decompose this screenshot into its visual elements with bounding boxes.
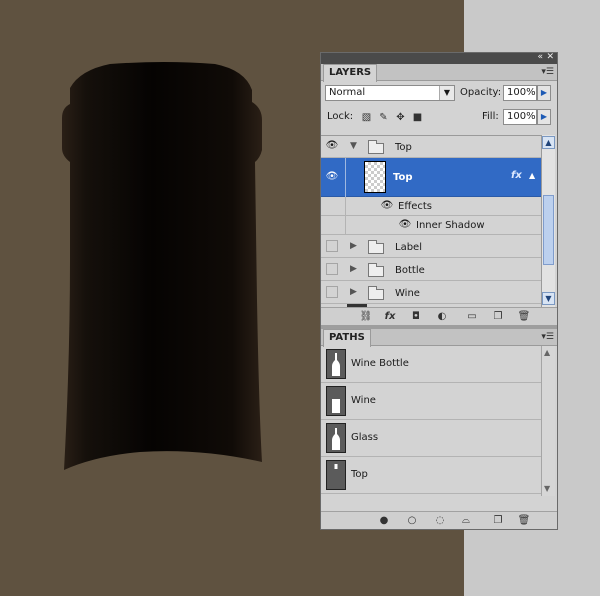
triangle-right-icon[interactable]: ▶ bbox=[350, 241, 357, 251]
scroll-up-icon[interactable]: ▲ bbox=[542, 136, 555, 149]
collapse-effects-icon[interactable]: ▲ bbox=[529, 171, 535, 180]
paths-footer: ● ○ ◌ ⌓ ❐ 🗑 bbox=[321, 511, 557, 529]
blend-mode-select[interactable]: Normal ▼ bbox=[325, 85, 455, 101]
eye-icon[interactable]: 👁 bbox=[380, 199, 394, 213]
path-thumbnail bbox=[326, 349, 346, 379]
path-thumbnail bbox=[326, 460, 346, 490]
link-icon[interactable]: ⛓ bbox=[359, 311, 373, 323]
fx-icon[interactable]: fx bbox=[511, 170, 522, 181]
fill-field[interactable]: 100% bbox=[503, 109, 537, 125]
fill-arrow-button[interactable]: ▶ bbox=[537, 109, 551, 125]
visibility-toggle[interactable] bbox=[326, 286, 338, 298]
scroll-up-icon[interactable]: ▲ bbox=[544, 348, 550, 357]
lock-all-icon[interactable]: ■ bbox=[412, 112, 423, 123]
fx-icon[interactable]: fx bbox=[383, 311, 397, 323]
blend-mode-value: Normal bbox=[329, 87, 366, 98]
path-row-wine-bottle[interactable]: Wine Bottle bbox=[321, 346, 541, 383]
layer-name: Top bbox=[393, 172, 413, 183]
effects-row[interactable]: 👁 Effects bbox=[321, 197, 541, 216]
panel-menu-icon[interactable]: ▾☰ bbox=[541, 332, 554, 342]
fill-label: Fill: bbox=[482, 111, 499, 122]
layer-name: Wine bbox=[395, 288, 420, 299]
path-row-glass[interactable]: Glass bbox=[321, 420, 541, 457]
close-icon[interactable]: ✕ bbox=[546, 52, 554, 62]
layers-footer: ⛓ fx ◘ ◐ ▭ ❐ 🗑 bbox=[321, 307, 557, 325]
triangle-down-icon[interactable]: ▼ bbox=[350, 141, 357, 151]
layer-name: Label bbox=[395, 242, 422, 253]
chevron-down-icon[interactable]: ▼ bbox=[439, 86, 454, 100]
path-thumbnail bbox=[326, 423, 346, 453]
fill-path-icon[interactable]: ● bbox=[377, 515, 391, 527]
path-name: Wine bbox=[351, 395, 376, 406]
tab-layers[interactable]: LAYERS bbox=[323, 64, 378, 82]
path-name: Glass bbox=[351, 432, 379, 443]
lock-brush-icon[interactable]: ✎ bbox=[378, 112, 389, 123]
lock-move-icon[interactable]: ✥ bbox=[395, 112, 406, 123]
panel-menu-icon[interactable]: ▾☰ bbox=[541, 67, 554, 77]
effect-name: Inner Shadow bbox=[416, 220, 485, 231]
new-layer-icon[interactable]: ❐ bbox=[491, 311, 505, 323]
layer-name: Top bbox=[395, 142, 412, 153]
scroll-down-icon[interactable]: ▼ bbox=[542, 292, 555, 305]
path-row-top[interactable]: Top bbox=[321, 457, 541, 494]
effect-row-inner-shadow[interactable]: 👁 Inner Shadow bbox=[321, 216, 541, 235]
visibility-toggle[interactable] bbox=[326, 240, 338, 252]
folder-icon[interactable]: ▭ bbox=[465, 311, 479, 323]
layer-name: Bottle bbox=[395, 265, 425, 276]
make-path-icon[interactable]: ⌓ bbox=[459, 515, 473, 527]
eye-icon[interactable]: 👁 bbox=[398, 218, 412, 232]
path-row-wine[interactable]: Wine bbox=[321, 383, 541, 420]
eye-icon[interactable]: 👁 bbox=[325, 139, 339, 153]
layer-row-group-wine[interactable]: ▶ Wine bbox=[321, 281, 541, 304]
lock-label: Lock: bbox=[327, 111, 354, 122]
folder-icon bbox=[368, 286, 384, 300]
path-name: Wine Bottle bbox=[351, 358, 409, 369]
trash-icon[interactable]: 🗑 bbox=[517, 311, 531, 323]
triangle-right-icon[interactable]: ▶ bbox=[350, 264, 357, 274]
layer-row-group-bottle[interactable]: ▶ Bottle bbox=[321, 258, 541, 281]
layer-thumbnail bbox=[364, 161, 386, 193]
effects-label: Effects bbox=[398, 201, 432, 212]
eye-icon[interactable]: 👁 bbox=[325, 170, 339, 184]
lock-transparency-icon[interactable]: ▧ bbox=[361, 112, 372, 123]
opacity-field[interactable]: 100% bbox=[503, 85, 537, 101]
layers-scrollbar[interactable]: ▲ ▼ bbox=[541, 135, 555, 307]
path-thumbnail bbox=[326, 386, 346, 416]
layers-list: 👁 ▼ Top 👁 Top fx ▲ 👁 Effects 👁 Inner Sha… bbox=[321, 135, 541, 308]
tab-paths[interactable]: PATHS bbox=[323, 329, 371, 347]
folder-icon bbox=[368, 240, 384, 254]
folder-icon bbox=[368, 140, 384, 154]
panel-dock-bar[interactable]: « ✕ bbox=[321, 52, 557, 64]
layer-row-top-selected[interactable]: 👁 Top fx ▲ bbox=[321, 158, 541, 197]
layer-row-group-top[interactable]: 👁 ▼ Top bbox=[321, 136, 541, 158]
mask-icon[interactable]: ◘ bbox=[409, 311, 423, 323]
opacity-label: Opacity: bbox=[460, 87, 502, 98]
layer-row-group-label[interactable]: ▶ Label bbox=[321, 235, 541, 258]
folder-icon bbox=[368, 263, 384, 277]
scrollbar-thumb[interactable] bbox=[543, 195, 554, 265]
scroll-down-icon[interactable]: ▼ bbox=[544, 484, 550, 493]
visibility-toggle[interactable] bbox=[326, 263, 338, 275]
stroke-path-icon[interactable]: ○ bbox=[405, 515, 419, 527]
collapse-icon[interactable]: « bbox=[537, 52, 543, 62]
new-path-icon[interactable]: ❐ bbox=[491, 515, 505, 527]
layers-paths-panel: « ✕ LAYERS ▾☰ Normal ▼ Opacity: 100% ▶ L… bbox=[320, 52, 558, 530]
adjustment-icon[interactable]: ◐ bbox=[435, 311, 449, 323]
triangle-right-icon[interactable]: ▶ bbox=[350, 287, 357, 297]
path-name: Top bbox=[351, 469, 368, 480]
paths-scrollbar[interactable]: ▲ ▼ bbox=[541, 346, 555, 496]
trash-icon[interactable]: 🗑 bbox=[517, 515, 531, 527]
opacity-arrow-button[interactable]: ▶ bbox=[537, 85, 551, 101]
load-selection-icon[interactable]: ◌ bbox=[433, 515, 447, 527]
